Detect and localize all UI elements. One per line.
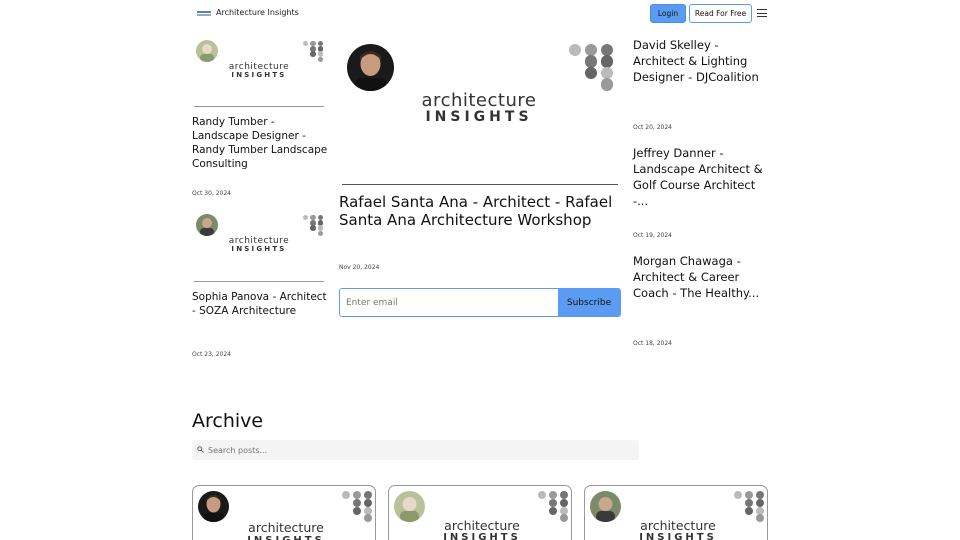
featured-cover-image[interactable]: architecture INSIGHTS (339, 38, 621, 178)
hamburger-menu-icon[interactable] (757, 9, 767, 18)
brand-dot (584, 43, 598, 57)
brand-dot (363, 498, 372, 508)
featured-post-date: Nov 20, 2024 (339, 264, 380, 271)
login-button[interactable]: Login (650, 4, 686, 23)
brand-dot (317, 230, 324, 237)
divider (194, 281, 324, 282)
brand-dot (600, 55, 614, 68)
brand-wordmark: architecture INSIGHTS (228, 62, 290, 79)
subscribe-form: Subscribe (339, 288, 621, 317)
brand-dot (559, 514, 568, 523)
brand-dots-icon (302, 40, 324, 63)
brand-dot (600, 66, 614, 80)
brand-dots-icon (567, 42, 615, 91)
author-avatar (347, 44, 394, 91)
brand-dot (600, 78, 614, 91)
read-for-free-button[interactable]: Read For Free (689, 4, 752, 23)
brand-dot (755, 514, 764, 523)
search-input[interactable] (208, 440, 628, 460)
brand-dot (755, 498, 764, 508)
post-date: Oct 20, 2024 (633, 124, 672, 131)
post-date: Oct 30, 2024 (192, 190, 231, 197)
archive-card[interactable]: architecture INSIGHTS (388, 485, 572, 540)
post-title-link[interactable]: Randy Tumber - Landscape Designer - Rand… (192, 115, 332, 171)
brand-dot (363, 514, 372, 523)
brand-dot (744, 506, 754, 515)
author-avatar (196, 40, 218, 62)
author-avatar (198, 491, 229, 522)
brand-dots-icon (733, 490, 765, 523)
brand-wordmark: architecture INSIGHTS (639, 518, 717, 540)
post-title-link[interactable]: Jeffrey Danner - Landscape Architect & G… (633, 145, 773, 209)
top-header: Architecture Insights Login Read For Fre… (0, 0, 960, 28)
brand-wordmark: architecture INSIGHTS (421, 90, 537, 125)
brand-dot (559, 498, 568, 508)
brand-dot (310, 51, 316, 57)
brand-dot (568, 43, 582, 57)
brand-dot (352, 506, 362, 515)
post-cover-image[interactable]: architecture INSIGHTS (192, 212, 324, 276)
brand-dot (310, 225, 316, 231)
brand-wordmark: architecture INSIGHTS (228, 236, 290, 253)
post-date: Oct 18, 2024 (633, 340, 672, 347)
divider (194, 106, 324, 107)
post-title-link[interactable]: David Skelley - Architect & Lighting Des… (633, 37, 773, 85)
search-bar (192, 440, 639, 460)
brand-dots-icon (302, 214, 324, 237)
brand-dot (734, 491, 743, 500)
brand-dot (302, 214, 309, 221)
archive-card[interactable]: architecture INSIGHTS (584, 485, 768, 540)
brand-wordmark: architecture INSIGHTS (443, 518, 521, 540)
search-icon (197, 446, 204, 453)
brand-dot (744, 498, 754, 508)
brand-dot (302, 40, 309, 47)
brand-wordmark: architecture INSIGHTS (247, 520, 324, 540)
brand-dot (538, 491, 547, 500)
brand-dots-icon (537, 490, 569, 523)
brand-dot (352, 498, 362, 508)
site-title[interactable]: Architecture Insights (216, 8, 299, 17)
featured-post-title[interactable]: Rafael Santa Ana - Architect - Rafael Sa… (339, 193, 621, 229)
post-date: Oct 23, 2024 (192, 351, 231, 358)
post-cover-image[interactable]: architecture INSIGHTS (192, 38, 324, 102)
author-avatar (590, 491, 621, 522)
divider (342, 184, 618, 185)
brand-dot (342, 491, 351, 500)
brand-dot (317, 56, 324, 63)
brand-dot (548, 506, 558, 515)
author-avatar (394, 491, 425, 522)
brand-dot (584, 55, 598, 68)
brand-dots-icon (341, 490, 373, 523)
brand-dot (600, 43, 614, 57)
archive-heading: Archive (192, 410, 264, 432)
post-title-link[interactable]: Morgan Chawaga - Architect & Career Coac… (633, 253, 773, 301)
brand-dot (584, 66, 598, 80)
author-avatar (196, 214, 218, 236)
brand-dot (548, 498, 558, 508)
site-logo-icon[interactable] (197, 10, 211, 17)
post-date: Oct 19, 2024 (633, 232, 672, 239)
email-input[interactable] (340, 289, 558, 316)
subscribe-button[interactable]: Subscribe (558, 289, 620, 316)
archive-card[interactable]: architecture INSIGHTS (192, 485, 376, 540)
post-title-link[interactable]: Sophia Panova - Architect - SOZA Archite… (192, 290, 332, 318)
